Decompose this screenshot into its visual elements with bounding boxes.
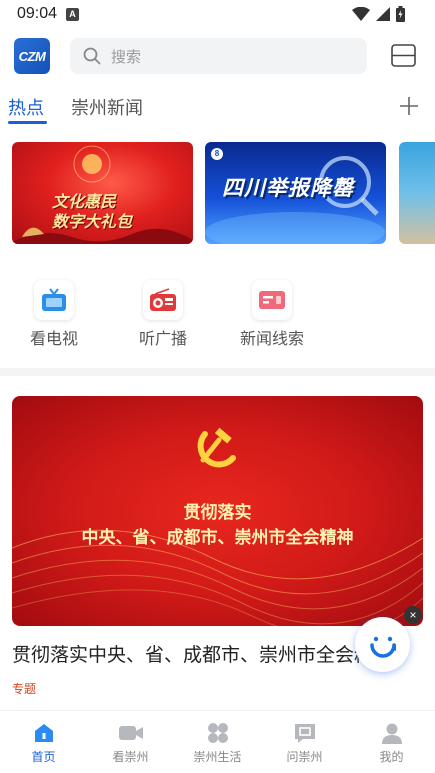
tab-hot[interactable]: 热点 — [8, 94, 44, 120]
radio-icon — [150, 288, 176, 311]
status-time: 09:04 — [17, 5, 58, 22]
grid-apps-icon — [207, 723, 228, 743]
nav-chongzhou-life-label: 崇州生活 — [193, 750, 242, 764]
status-icons — [352, 5, 405, 23]
news-tip-icon — [259, 291, 285, 309]
banner-2-badge: 8 — [211, 148, 223, 160]
app-logo[interactable]: CZM — [14, 38, 50, 74]
battery-icon — [396, 6, 405, 22]
tv-icon-wrap — [34, 280, 74, 320]
smile-assistant-icon — [369, 636, 396, 658]
nav-home-label: 首页 — [31, 750, 56, 764]
nav-chongzhou-life[interactable]: 崇州生活 — [174, 721, 261, 765]
active-tab-indicator — [8, 121, 47, 124]
entry-news-tips-label: 新闻线索 — [239, 329, 304, 348]
tab-chongzhou-news[interactable]: 崇州新闻 — [71, 94, 143, 120]
banner-culture-gift[interactable]: 文化惠民 数字大礼包 — [12, 142, 193, 244]
nav-ask-chongzhou-label: 问崇州 — [286, 750, 323, 764]
entry-listen-radio[interactable]: 听广播 — [123, 280, 203, 349]
feature-image-line1: 贯彻落实 — [183, 503, 252, 523]
entry-watch-tv[interactable]: 看电视 — [14, 280, 94, 349]
entry-watch-tv-label: 看电视 — [29, 329, 78, 348]
banner-1-line2: 数字大礼包 — [52, 212, 133, 231]
section-divider — [0, 368, 435, 376]
nav-ask-chongzhou[interactable]: 问崇州 — [261, 721, 348, 765]
feature-tag: 专题 — [12, 682, 37, 696]
search-placeholder: 搜索 — [111, 47, 142, 66]
notification-icon: A — [66, 8, 79, 21]
user-icon — [381, 723, 402, 744]
wifi-icon — [352, 7, 370, 21]
hammer-sickle-icon — [197, 427, 236, 468]
search-icon — [83, 47, 101, 65]
nav-home[interactable]: 首页 — [0, 721, 87, 765]
bottom-nav: 首页 看崇州 崇州生活 问崇州 我的 — [0, 710, 435, 773]
status-bar: 09:04 A — [0, 0, 435, 30]
close-icon[interactable]: × — [404, 606, 422, 624]
banner-2-title: 四川举报降罄 — [222, 176, 354, 200]
signal-icon — [376, 7, 390, 21]
radio-icon-wrap — [143, 280, 183, 320]
banner-sichuan-report[interactable]: 8 四川举报降罄 — [205, 142, 386, 244]
news-tip-icon-wrap — [252, 280, 292, 320]
feature-image-line2: 中央、省、成都市、崇州市全会精神 — [81, 528, 354, 548]
menu-icon[interactable] — [391, 43, 416, 68]
question-chat-icon — [294, 724, 315, 743]
nav-watch-chongzhou-label: 看崇州 — [112, 750, 149, 764]
home-icon — [34, 724, 53, 742]
video-camera-icon — [118, 726, 143, 740]
banner-city-view[interactable] — [399, 142, 435, 244]
nav-mine[interactable]: 我的 — [348, 721, 435, 765]
entry-listen-radio-label: 听广播 — [138, 329, 187, 348]
add-channel-icon[interactable] — [398, 95, 420, 117]
entry-news-tips[interactable]: 新闻线索 — [232, 280, 312, 349]
search-bar[interactable]: 搜索 — [70, 38, 367, 74]
assistant-button[interactable] — [355, 617, 410, 672]
feature-image[interactable]: 贯彻落实 中央、省、成都市、崇州市全会精神 — [12, 396, 423, 626]
nav-mine-label: 我的 — [379, 750, 404, 764]
tv-icon — [42, 288, 66, 311]
nav-watch-chongzhou[interactable]: 看崇州 — [87, 721, 174, 765]
